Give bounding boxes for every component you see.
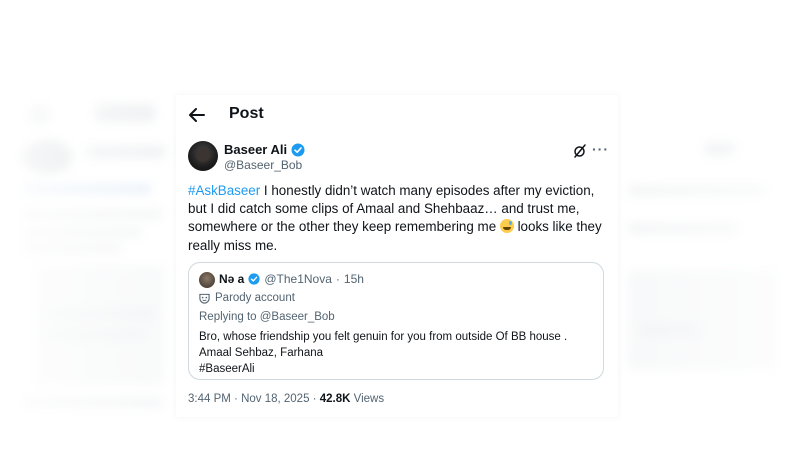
post-metadata: 3:44 PM · Nov 18, 2025 · 42.8K Views bbox=[188, 393, 384, 405]
grok-icon bbox=[574, 144, 586, 158]
parody-mask-icon bbox=[199, 293, 210, 304]
more-options-button[interactable]: ··· bbox=[592, 141, 610, 159]
grok-button[interactable] bbox=[572, 143, 588, 159]
page-title: Post bbox=[229, 105, 264, 122]
parody-label-text: Parody account bbox=[215, 292, 295, 304]
meta-separator: · bbox=[230, 393, 242, 405]
arrow-left-icon bbox=[189, 108, 205, 122]
meta-separator: · bbox=[309, 393, 320, 405]
post-card: Post Baseer Ali @Baseer_Bob ··· #AskBase… bbox=[176, 95, 618, 417]
quote-body: Bro, whose friendship you felt genuin fo… bbox=[199, 329, 567, 377]
post-text: #AskBaseer I honestly didn’t watch many … bbox=[188, 182, 608, 255]
quote-body-line: Bro, whose friendship you felt genuin fo… bbox=[199, 331, 568, 343]
quoted-post[interactable]: Nə a @The1Nova · 15h Parody account Repl… bbox=[188, 262, 604, 380]
hashtag-link[interactable]: #AskBaseer bbox=[188, 183, 260, 198]
views-label: Views bbox=[350, 393, 385, 405]
quote-author-name[interactable]: Nə a bbox=[219, 272, 244, 286]
post-time[interactable]: 3:44 PM bbox=[188, 393, 231, 405]
replying-to: Replying to @Baseer_Bob bbox=[199, 311, 335, 323]
quote-body-line: #BaseerAli bbox=[199, 363, 255, 375]
verified-badge-icon bbox=[248, 273, 260, 285]
quote-separator: · bbox=[335, 272, 340, 286]
post-author: Baseer Ali @Baseer_Bob ··· bbox=[188, 140, 608, 176]
verified-badge-icon bbox=[291, 143, 305, 156]
parody-label: Parody account bbox=[199, 292, 295, 304]
quote-body-line: Amaal Sehbaz, Farhana bbox=[199, 347, 324, 359]
author-handle[interactable]: @Baseer_Bob bbox=[224, 158, 302, 172]
grinning-sweat-emoji-icon bbox=[499, 219, 514, 234]
post-header: Post bbox=[176, 95, 618, 135]
quote-time: 15h bbox=[343, 272, 364, 286]
avatar[interactable] bbox=[188, 141, 218, 171]
more-icon: ··· bbox=[592, 141, 609, 157]
views-count: 42.8K bbox=[319, 393, 351, 405]
quote-avatar[interactable] bbox=[199, 272, 215, 288]
post-date[interactable]: Nov 18, 2025 bbox=[241, 393, 309, 405]
author-name[interactable]: Baseer Ali bbox=[224, 142, 287, 157]
back-button[interactable] bbox=[186, 104, 208, 126]
quote-author-handle: @The1Nova bbox=[264, 272, 332, 286]
